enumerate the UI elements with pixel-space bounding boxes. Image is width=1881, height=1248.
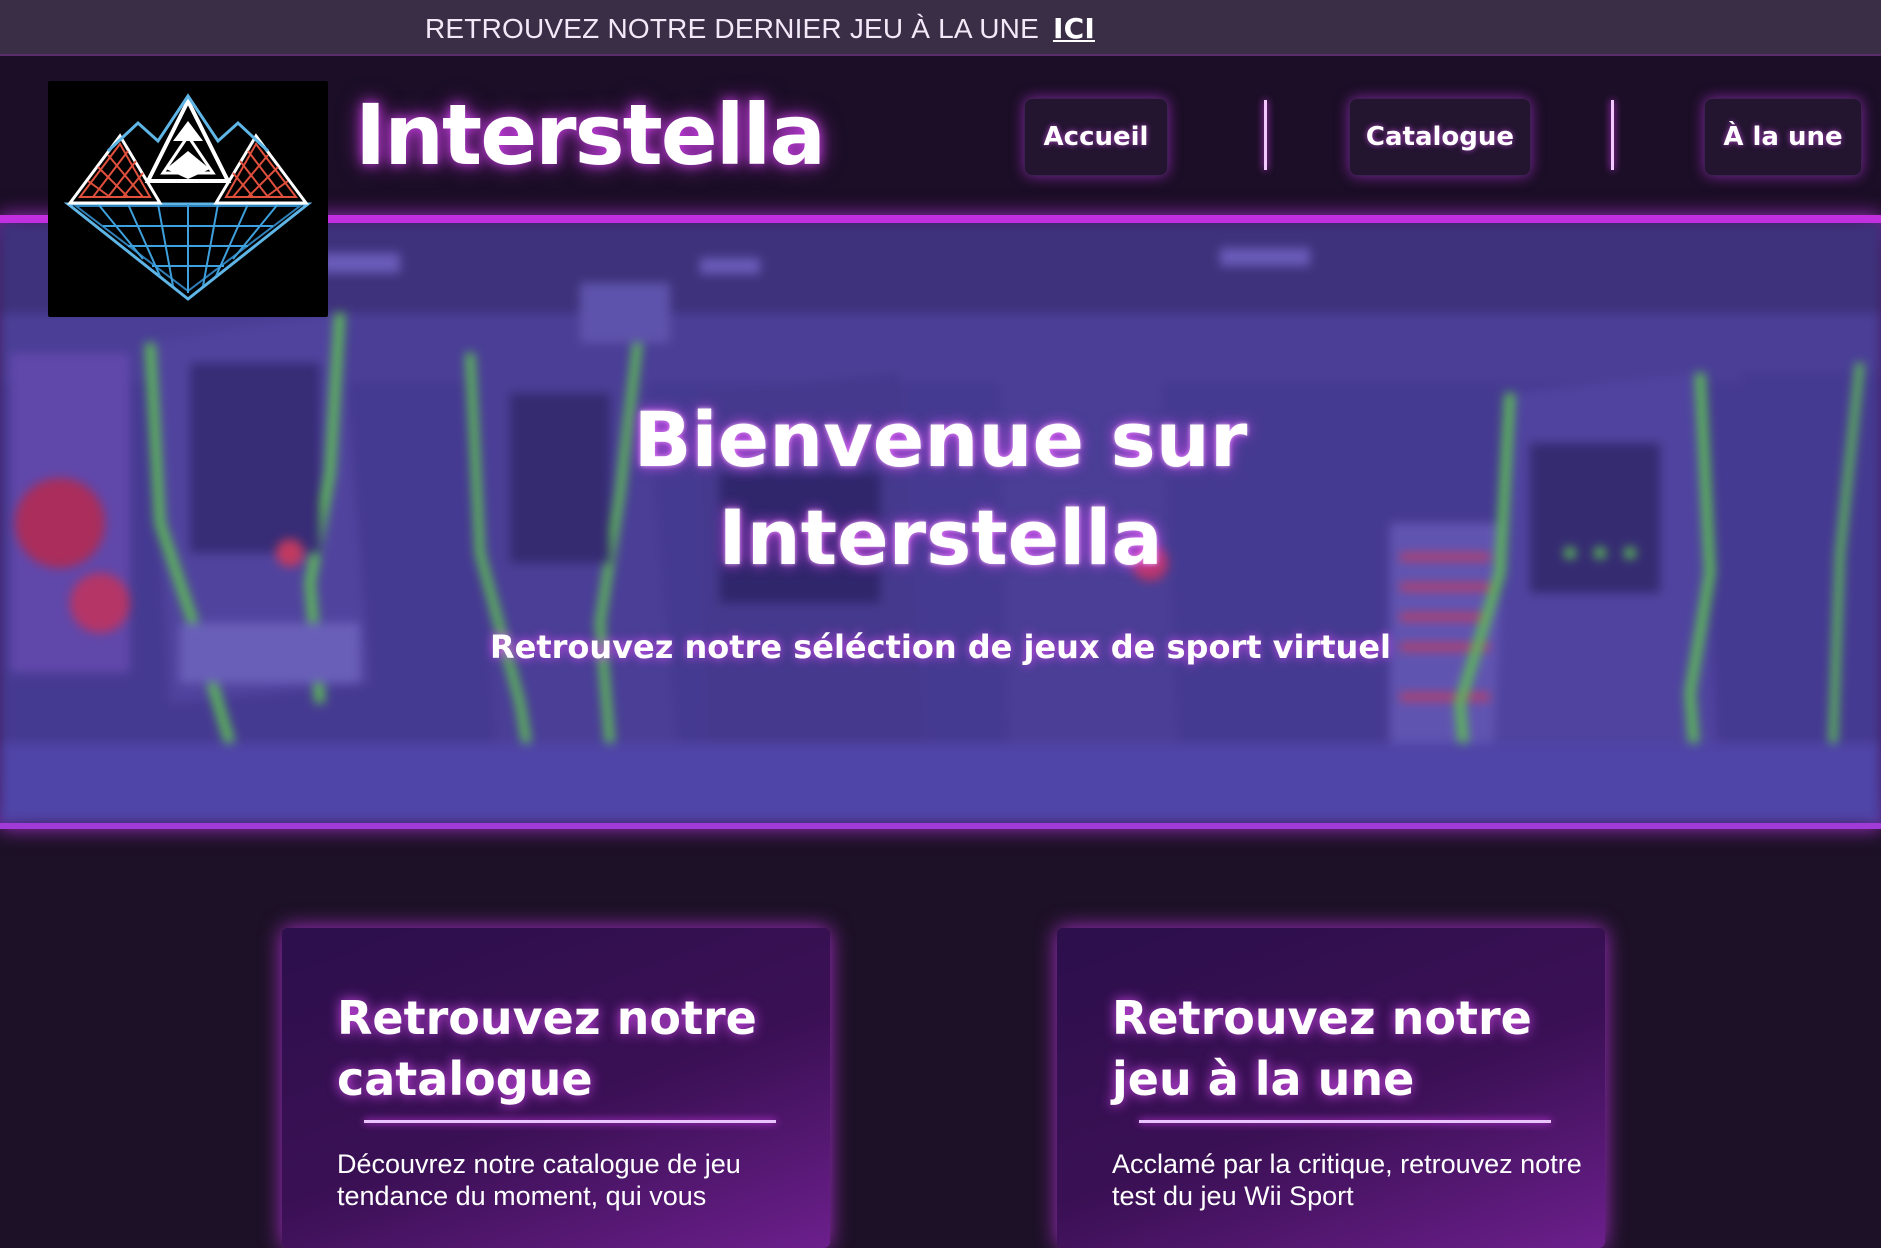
- catalogue-card[interactable]: Retrouvez notre catalogue Découvrez notr…: [282, 928, 830, 1248]
- card-description: Découvrez notre catalogue de jeu tendanc…: [337, 1149, 741, 1211]
- card-title-line-2: jeu à la une: [1112, 1052, 1415, 1106]
- card-title-line-1: Retrouvez notre: [1112, 991, 1532, 1045]
- hero-title-line-1: Bienvenue sur: [633, 395, 1248, 484]
- featured-game-card[interactable]: Retrouvez notre jeu à la une Acclamé par…: [1057, 928, 1605, 1248]
- card-divider: [1139, 1120, 1551, 1123]
- nav-catalogue-button[interactable]: Catalogue: [1349, 98, 1531, 176]
- announcement-link[interactable]: ICI: [1053, 12, 1095, 45]
- card-title-line-1: Retrouvez notre: [337, 991, 757, 1045]
- card-title-line-2: catalogue: [337, 1052, 593, 1106]
- nav-accueil-button[interactable]: Accueil: [1024, 98, 1168, 176]
- hero-title-line-2: Interstella: [718, 493, 1163, 582]
- announcement-text: RETROUVEZ NOTRE DERNIER JEU À LA UNE ICI: [425, 12, 1095, 45]
- site-title[interactable]: Interstella: [355, 86, 826, 184]
- nav-separator: [1611, 100, 1614, 170]
- nav-a-la-une-button[interactable]: À la une: [1704, 98, 1862, 176]
- hero-title: Bienvenue sur Interstella: [0, 391, 1881, 587]
- pyramid-grid-logo-icon[interactable]: [48, 81, 328, 317]
- announcement-message: RETROUVEZ NOTRE DERNIER JEU À LA UNE: [425, 13, 1039, 44]
- card-title: Retrouvez notre catalogue: [337, 988, 777, 1110]
- announcement-bar: RETROUVEZ NOTRE DERNIER JEU À LA UNE ICI: [0, 0, 1881, 56]
- card-description: Acclamé par la critique, retrouvez notre…: [1112, 1149, 1582, 1211]
- hero-subtitle: Retrouvez notre séléction de jeux de spo…: [489, 628, 1391, 666]
- card-title: Retrouvez notre jeu à la une: [1112, 988, 1552, 1110]
- nav-separator: [1264, 100, 1267, 170]
- card-divider: [364, 1120, 776, 1123]
